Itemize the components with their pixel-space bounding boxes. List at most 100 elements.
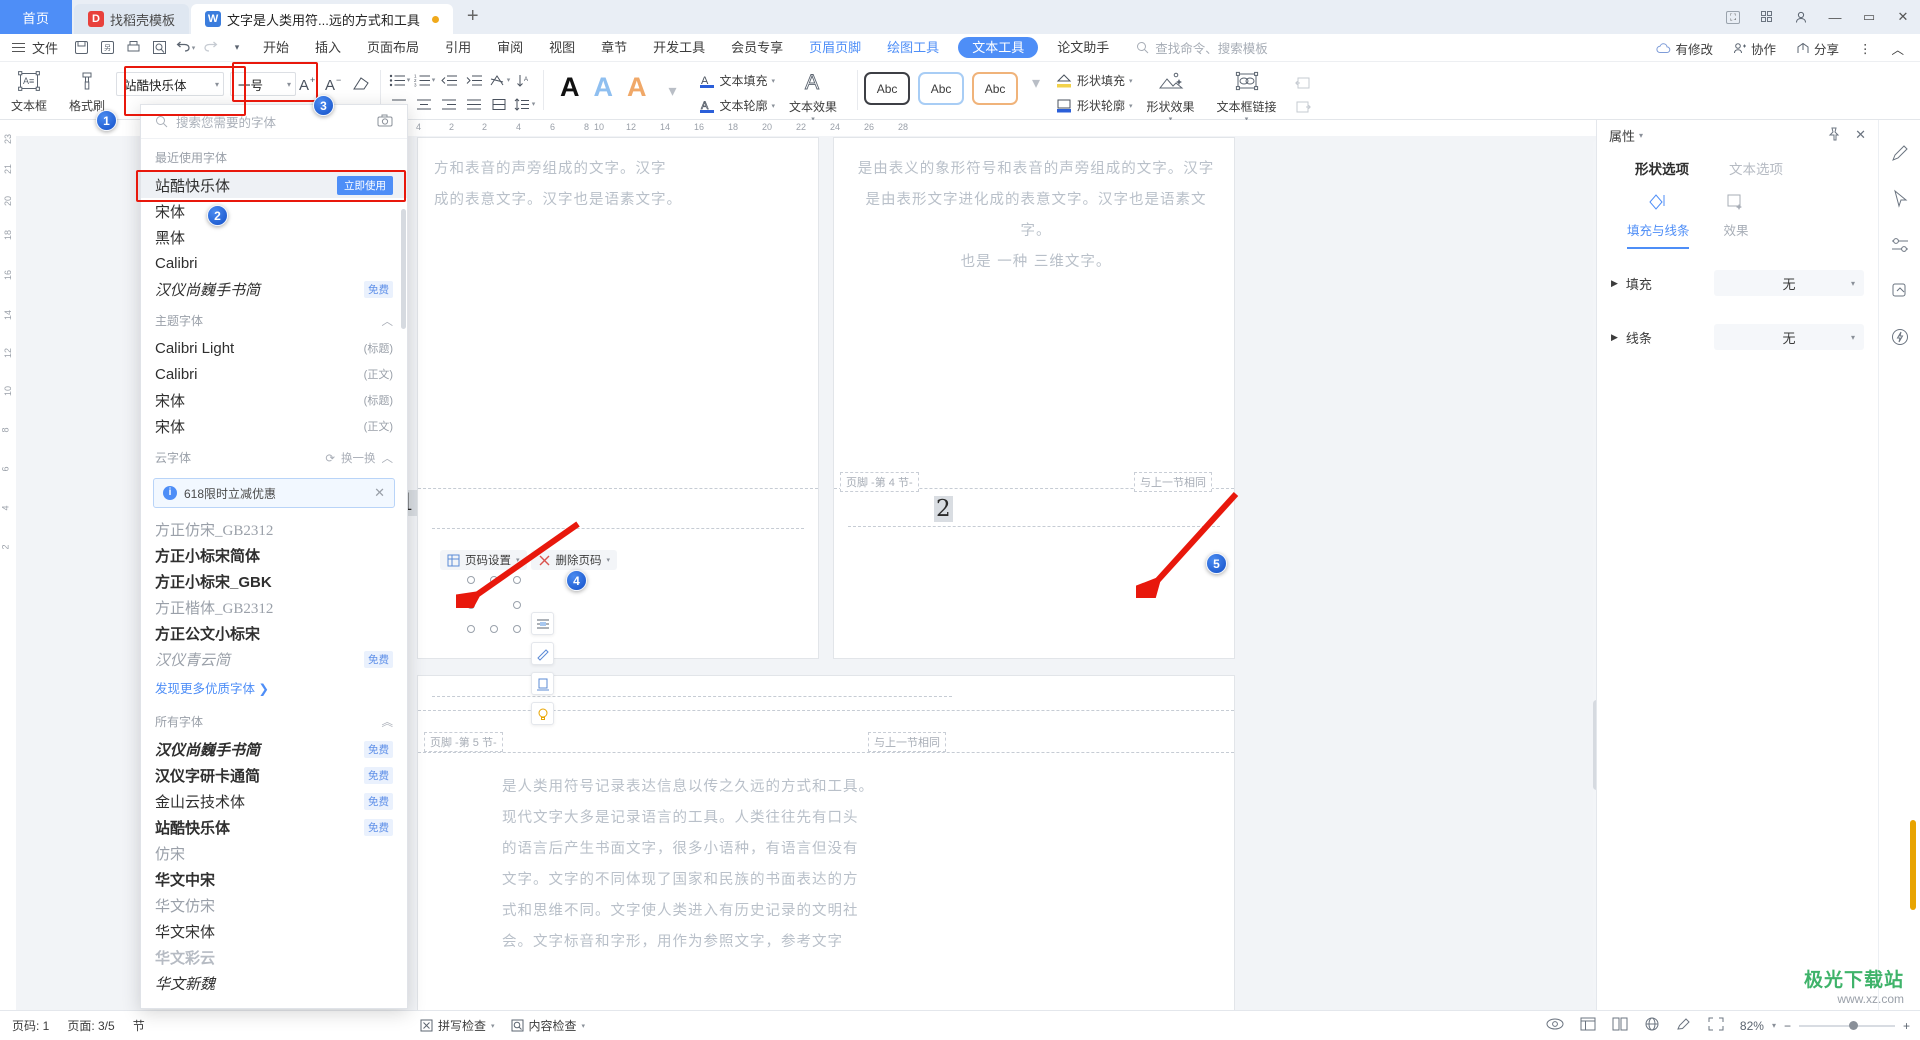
font-section-all-header[interactable]: 所有字体 ︽ (141, 699, 407, 736)
wordart-gallery-expand[interactable]: ▾ (661, 72, 685, 102)
share-button[interactable]: 分享 (1788, 39, 1847, 58)
promo-banner[interactable]: i 618限时立减优惠 ✕ (153, 478, 395, 508)
fill-select[interactable]: 无 ▾ (1714, 270, 1864, 296)
menu-item-references[interactable]: 引用 (432, 34, 484, 62)
tab-home[interactable]: 首页 (0, 0, 72, 34)
chevron-down-icon[interactable]: ▾ (1639, 131, 1643, 140)
save-icon[interactable] (68, 37, 94, 59)
pin-icon[interactable] (1827, 127, 1841, 144)
text-fill-button[interactable]: A 文本填充 ▾ (699, 69, 775, 92)
selection-handle[interactable] (467, 625, 475, 633)
menu-item-text-tools[interactable]: 文本工具 (958, 37, 1039, 58)
font-item-songti-theme-title[interactable]: 宋体 (标题) (141, 387, 407, 413)
font-item-heiti-recent[interactable]: 黑体 (141, 224, 407, 250)
shape-more-options-button[interactable] (531, 702, 554, 725)
font-item-fzxiaobiaosong-gbk[interactable]: 方正小标宋_GBK (141, 568, 407, 594)
font-list-scroll[interactable]: 最近使用字体 站酷快乐体 立即使用 宋体 黑体 Calibri 汉仪尚巍手书简 … (141, 139, 407, 1008)
menu-item-page-layout[interactable]: 页面布局 (354, 34, 432, 62)
font-search-input[interactable]: 搜索您需要的字体 (141, 105, 407, 139)
close-icon[interactable]: ✕ (374, 485, 385, 501)
shape-style-3[interactable]: Abc (972, 72, 1019, 105)
font-item-calibri-theme[interactable]: Calibri (正文) (141, 361, 407, 387)
wordart-style-black[interactable]: A (560, 73, 580, 101)
shape-style-2[interactable]: Abc (918, 72, 965, 105)
zoom-out-button[interactable]: − (1784, 1019, 1791, 1033)
read-layout-icon[interactable] (1580, 1017, 1596, 1034)
menu-item-start[interactable]: 开始 (250, 34, 302, 62)
print-icon[interactable] (120, 37, 146, 59)
smart-icon[interactable] (1887, 324, 1913, 350)
prev-textbox-link-button[interactable] (1291, 72, 1315, 94)
font-item-songti-recent[interactable]: 宋体 (141, 198, 407, 224)
same-as-previous-tag-b[interactable]: 与上一节相同 (868, 732, 946, 752)
new-tab-button[interactable]: + (453, 5, 493, 30)
shape-outline-button[interactable]: 形状轮廓 ▾ (1056, 94, 1133, 117)
contentcheck-button[interactable]: 内容检查 ▾ (511, 1017, 585, 1034)
minimize-button[interactable]: — (1818, 0, 1852, 34)
font-item-hanyiqingyun[interactable]: 汉仪青云简 免费 (141, 646, 407, 672)
web-layout-icon[interactable] (1612, 1017, 1628, 1034)
menu-item-section[interactable]: 章节 (588, 34, 640, 62)
menu-item-header-footer[interactable]: 页眉页脚 (796, 34, 874, 62)
layout-grid-icon[interactable] (1750, 0, 1784, 34)
selection-handle[interactable] (490, 625, 498, 633)
font-item-hanyishangwei-all[interactable]: 汉仪尚巍手书简 免费 (141, 736, 407, 762)
clear-format-button[interactable] (348, 71, 374, 97)
menu-item-thesis-assistant[interactable]: 论文助手 (1044, 34, 1122, 62)
increase-indent-button[interactable] (462, 69, 487, 91)
collaborate-button[interactable]: 协作 (1725, 39, 1784, 58)
close-icon[interactable]: ✕ (1855, 127, 1866, 144)
font-item-zkkuaileti-all[interactable]: 站酷快乐体 免费 (141, 814, 407, 840)
more-options-icon[interactable]: ⋮ (1851, 41, 1880, 56)
font-item-jinshanyun[interactable]: 金山云技术体 免费 (141, 788, 407, 814)
grow-font-button[interactable]: A + (296, 71, 322, 97)
menu-item-member[interactable]: 会员专享 (718, 34, 796, 62)
zoom-in-button[interactable]: + (1903, 1019, 1910, 1033)
font-dropdown-panel[interactable]: 搜索您需要的字体 最近使用字体 站酷快乐体 立即使用 宋体 黑体 Calibri (140, 104, 408, 1009)
shape-fill-button[interactable]: 形状填充 ▾ (1056, 69, 1133, 92)
edit-icon[interactable] (1676, 1017, 1692, 1034)
shrink-font-button[interactable]: A − (322, 71, 348, 97)
menu-item-view[interactable]: 视图 (536, 34, 588, 62)
font-item-zkkuaileti-recent[interactable]: 站酷快乐体 立即使用 (141, 172, 407, 198)
subtab-effects[interactable]: 效果 (1724, 192, 1749, 249)
line-select[interactable]: 无 ▾ (1714, 324, 1864, 350)
shape-style-1[interactable]: Abc (864, 72, 911, 105)
line-spacing-button[interactable] (512, 93, 537, 115)
font-item-hanyiziyan-katong[interactable]: 汉仪字研卡通简 免费 (141, 762, 407, 788)
tab-active-document[interactable]: W 文字是人类用符...远的方式和工具 (191, 4, 453, 34)
zoom-slider-track[interactable] (1798, 1020, 1895, 1030)
font-item-fzgongwen-xiaobiaosong[interactable]: 方正公文小标宋 (141, 620, 407, 646)
settings-sliders-icon[interactable] (1887, 232, 1913, 258)
triangle-right-icon[interactable]: ▶ (1611, 332, 1618, 343)
font-item-huawen-xinwei[interactable]: 华文新魏 (141, 970, 407, 996)
cursor-icon[interactable] (1887, 186, 1913, 212)
chevron-collapse-icon[interactable]: ︽ (382, 714, 394, 730)
decrease-indent-button[interactable] (437, 69, 462, 91)
font-item-huawen-songti[interactable]: 华文宋体 (141, 918, 407, 944)
font-section-theme-header[interactable]: 主题字体 ︿ (141, 302, 407, 335)
eye-icon[interactable] (1546, 1017, 1564, 1034)
pen-icon[interactable] (1887, 140, 1913, 166)
page-number-field-2[interactable]: 2 (934, 496, 953, 522)
chevron-up-icon[interactable]: ︿ (382, 450, 394, 466)
section-status[interactable]: 节 (133, 1017, 145, 1034)
print-preview-icon[interactable] (146, 37, 172, 59)
tab-text-options[interactable]: 文本选项 (1729, 158, 1783, 178)
distribute-button[interactable] (487, 93, 512, 115)
chevron-up-icon[interactable]: ︿ (382, 313, 394, 329)
rail-scroll-indicator[interactable] (1910, 820, 1916, 910)
menu-item-review[interactable]: 审阅 (484, 34, 536, 62)
command-search[interactable]: 查找命令、搜索模板 (1122, 38, 1268, 57)
wrap-text-button[interactable] (531, 672, 554, 695)
discover-more-fonts-link[interactable]: 发现更多优质字体 ❯ (141, 672, 407, 699)
textbox-link-button[interactable]: 文本框链接 ▾ (1209, 64, 1285, 123)
wordart-style-orange[interactable]: A (627, 73, 647, 101)
triangle-right-icon[interactable]: ▶ (1611, 278, 1618, 289)
page-number-status[interactable]: 页码: 1 (12, 1017, 49, 1034)
close-button[interactable]: ✕ (1886, 0, 1920, 34)
layout-options-button[interactable] (531, 612, 554, 635)
text-effect-button[interactable]: A 文本效果 ▾ (775, 64, 851, 123)
font-item-calibri-light-theme[interactable]: Calibri Light (标题) (141, 335, 407, 361)
format-brush-button[interactable]: 格式刷 (58, 64, 116, 114)
